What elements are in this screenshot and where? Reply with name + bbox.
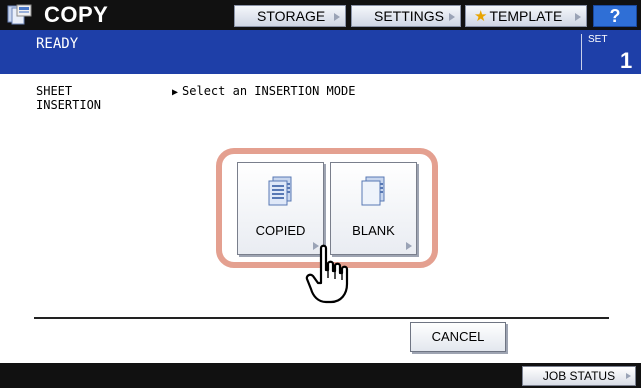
template-button[interactable]: ★ TEMPLATE xyxy=(465,5,587,27)
status-bar: READY SET 1 xyxy=(0,30,641,74)
copy-icon xyxy=(7,4,32,25)
instruction-text: ▶ Select an INSERTION MODE xyxy=(172,84,355,98)
status-message: READY xyxy=(36,36,79,52)
set-divider xyxy=(581,34,582,70)
blank-label: BLANK xyxy=(352,223,395,238)
instruction-label: Select an INSERTION MODE xyxy=(182,84,356,98)
divider-line xyxy=(34,317,609,319)
copy-screen: COPY STORAGE SETTINGS ★ TEMPLATE ? READY … xyxy=(0,0,641,388)
copied-sheet-icon xyxy=(268,176,292,206)
top-bar: COPY STORAGE SETTINGS ★ TEMPLATE ? xyxy=(0,0,641,30)
storage-button[interactable]: STORAGE xyxy=(234,5,346,27)
cancel-button[interactable]: CANCEL xyxy=(410,322,506,352)
section-label: SHEET INSERTION xyxy=(36,84,102,112)
pointing-hand-icon xyxy=(305,244,349,304)
arrow-right-icon xyxy=(575,13,581,21)
arrow-right-icon xyxy=(626,373,631,379)
arrow-right-icon xyxy=(334,13,340,21)
blank-sheet-icon xyxy=(361,176,385,206)
template-button-label: TEMPLATE xyxy=(489,8,563,24)
settings-button-label: SETTINGS xyxy=(374,8,445,24)
pointer-arrow-icon: ▶ xyxy=(172,87,179,98)
help-button[interactable]: ? xyxy=(593,5,637,27)
arrow-right-icon xyxy=(406,242,412,250)
blank-button[interactable]: BLANK xyxy=(330,162,417,255)
copied-label: COPIED xyxy=(255,223,306,238)
settings-button[interactable]: SETTINGS xyxy=(351,5,461,27)
arrow-right-icon xyxy=(449,13,455,21)
copied-button[interactable]: COPIED xyxy=(237,162,324,255)
job-status-label: JOB STATUS xyxy=(542,369,616,383)
set-label: SET xyxy=(588,34,608,45)
job-status-button[interactable]: JOB STATUS xyxy=(522,366,636,386)
star-icon: ★ xyxy=(474,8,488,25)
app-title: COPY xyxy=(44,2,109,27)
set-count: 1 xyxy=(620,48,633,73)
storage-button-label: STORAGE xyxy=(257,8,326,24)
bottom-bar: JOB STATUS xyxy=(0,363,641,388)
